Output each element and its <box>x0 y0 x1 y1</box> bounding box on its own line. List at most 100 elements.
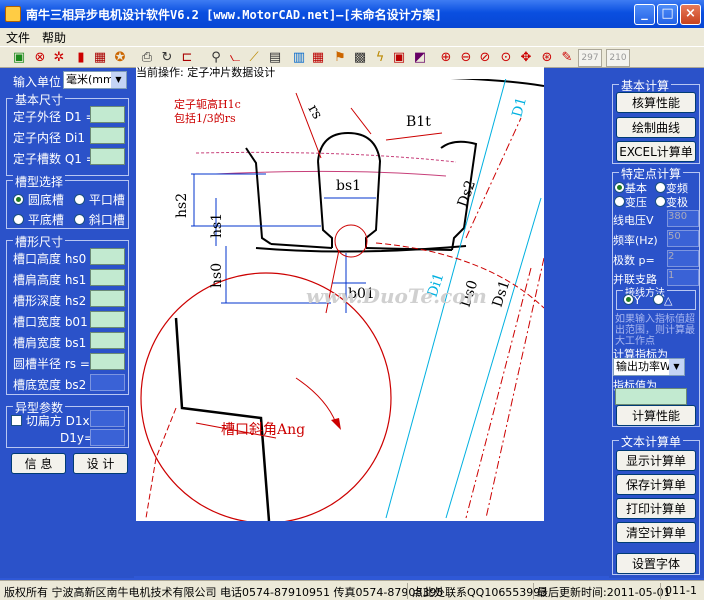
hs0-field[interactable] <box>90 248 125 265</box>
rs-field[interactable] <box>90 353 125 370</box>
radio-icon <box>74 214 85 225</box>
status-divider <box>407 583 408 599</box>
new-icon[interactable]: ▣ <box>10 49 28 66</box>
frequency-field[interactable]: 50 <box>667 230 699 247</box>
print-sheet-button[interactable]: 打印计算单 <box>616 498 696 519</box>
pencil-icon[interactable]: ✎ <box>558 49 576 66</box>
lightning-icon[interactable]: ϟ <box>371 49 389 66</box>
zoom-fit-icon[interactable]: ⊘ <box>476 49 494 66</box>
window-title: 南牛三相异步电机设计软件V6.2 [www.MotorCAD.net]—[未命名… <box>26 8 442 22</box>
calendar-icon[interactable]: ▣ <box>390 49 408 66</box>
menu-help[interactable]: 帮助 <box>36 28 72 47</box>
hs1-field[interactable] <box>90 269 125 286</box>
current-operation: 当前操作: 定子冲片数据设计 <box>136 67 544 79</box>
grid-icon[interactable]: ▩ <box>351 49 369 66</box>
save-icon[interactable]: ▦ <box>91 49 109 66</box>
stop-icon[interactable]: ⊗ <box>31 49 49 66</box>
graph-icon[interactable]: ◩ <box>411 49 429 66</box>
measure-icon[interactable]: ⚲ <box>207 49 225 66</box>
unit-select[interactable]: 毫米(mm) ▼ <box>63 71 127 89</box>
connection-delta-label: △ <box>664 294 673 307</box>
info-button[interactable]: 信 息 <box>11 453 66 474</box>
zoom-in-icon[interactable]: ⊕ <box>437 49 455 66</box>
d1-field[interactable] <box>90 106 125 123</box>
title-bar[interactable]: 南牛三相异步电机设计软件V6.2 [www.MotorCAD.net]—[未命名… <box>0 0 704 28</box>
status-contact-link[interactable]: 点此处联系QQ106553993 <box>412 584 547 600</box>
check-performance-button[interactable]: 核算性能 <box>616 92 696 113</box>
label-hs0: hs0 <box>209 263 225 288</box>
right-panel: 基本计算 核算性能 绘制曲线 EXCEL计算单 特定点计算 基本 变频 变压 变… <box>609 68 704 578</box>
d1y-field[interactable] <box>90 429 125 446</box>
b01-field[interactable] <box>90 311 125 328</box>
radio-icon <box>74 194 85 205</box>
connection-y[interactable]: Y <box>623 294 641 307</box>
app-icon <box>5 6 21 22</box>
mode-pole[interactable]: 变极 <box>655 194 688 210</box>
unit-label: 输入单位 <box>13 75 62 89</box>
table-icon[interactable]: ▦ <box>309 49 327 66</box>
design-button[interactable]: 设 计 <box>73 453 128 474</box>
bookmark-icon[interactable]: ▮ <box>72 49 90 66</box>
drawing-canvas[interactable]: 定子轭高H1c 包括1/3的rs rs B1t D1 Ds2 hs2 bs1 h… <box>136 78 544 521</box>
draw-curve-button[interactable]: 绘制曲线 <box>616 117 696 138</box>
radio-slant-mouth[interactable]: 斜口槽 <box>74 211 125 228</box>
q1-label: 定子槽数 Q1 = <box>13 152 96 166</box>
radio-round-bottom[interactable]: 圆底槽 <box>13 191 64 208</box>
excel-sheet-button[interactable]: EXCEL计算单 <box>616 141 696 162</box>
rotate-icon[interactable]: ↻ <box>158 49 176 66</box>
connection-delta[interactable]: △ <box>653 294 672 307</box>
parallel-field[interactable]: 1 <box>667 269 699 286</box>
paper-width-box: 297 <box>578 49 602 67</box>
document-icon[interactable]: ▤ <box>266 49 284 66</box>
slot-dims-title: 槽形尺寸 <box>13 233 66 250</box>
clear-sheet-button[interactable]: 清空计算单 <box>616 522 696 543</box>
label-hs1: hs1 <box>209 213 225 238</box>
hs2-field[interactable] <box>90 290 125 307</box>
poles-field[interactable]: 2 <box>667 250 699 267</box>
menu-file[interactable]: 文件 <box>0 28 36 47</box>
radio-icon <box>614 182 625 193</box>
export-icon[interactable]: ⊏ <box>178 49 196 66</box>
radio-flat-bottom[interactable]: 平底槽 <box>13 211 64 228</box>
zoom-window-icon[interactable]: ⊙ <box>497 49 515 66</box>
gear-red-icon[interactable]: ✲ <box>50 49 68 66</box>
pan-icon[interactable]: ✥ <box>517 49 535 66</box>
indicator-select[interactable]: 输出功率W ▼ <box>613 358 685 376</box>
minimize-button[interactable]: _ <box>634 4 655 25</box>
save-sheet-button[interactable]: 保存计算单 <box>616 474 696 495</box>
calc-performance-button[interactable]: 计算性能 <box>616 405 696 426</box>
voltage-field[interactable]: 380 <box>667 210 699 227</box>
maximize-button[interactable]: □ <box>657 4 678 25</box>
label-slot-angle: 槽口斜角Ang <box>221 422 305 438</box>
q1-field[interactable] <box>90 148 125 165</box>
cut-flat-checkbox[interactable]: 切扁方 D1x= <box>11 412 100 429</box>
radio-flat-mouth-label: 平口槽 <box>88 193 125 207</box>
d1x-field[interactable] <box>90 410 125 427</box>
chart-icon[interactable]: ▥ <box>290 49 308 66</box>
curve-icon[interactable]: ⦦ <box>226 49 244 66</box>
radio-flat-mouth[interactable]: 平口槽 <box>74 191 125 208</box>
di1-field[interactable] <box>90 127 125 144</box>
connection-y-label: Y <box>634 294 641 307</box>
label-rs: rs <box>305 102 326 122</box>
note-include-rs: 包括1/3的rs <box>174 111 236 125</box>
radio-icon <box>13 194 24 205</box>
mode-vv[interactable]: 变压 <box>614 194 647 210</box>
set-font-button[interactable]: 设置字体 <box>616 553 696 574</box>
print-icon[interactable]: ⎙ <box>138 49 156 66</box>
zoom-out-icon[interactable]: ⊖ <box>457 49 475 66</box>
radio-round-bottom-label: 圆底槽 <box>27 193 64 207</box>
d1y-label: D1y= <box>60 431 95 445</box>
zoom-area-icon[interactable]: ⊛ <box>538 49 556 66</box>
left-panel: 输入单位 毫米(mm) ▼ 基本尺寸 定子外径 D1 = 定子内径 Di1 = … <box>0 68 134 578</box>
flag-icon[interactable]: ⚑ <box>331 49 349 66</box>
indicator-value-field[interactable] <box>615 388 687 405</box>
radio-slant-mouth-label: 斜口槽 <box>88 213 125 227</box>
show-sheet-button[interactable]: 显示计算单 <box>616 450 696 471</box>
line-icon[interactable]: ⟋ <box>245 49 263 66</box>
status-copyright: 版权所有 宁波高新区南牛电机技术有限公司 电话0574-87910951 传真0… <box>4 586 444 599</box>
settings-icon[interactable]: ✪ <box>111 49 129 66</box>
bs2-field[interactable] <box>90 374 125 391</box>
bs1-field[interactable] <box>90 332 125 349</box>
close-button[interactable]: × <box>680 4 701 25</box>
